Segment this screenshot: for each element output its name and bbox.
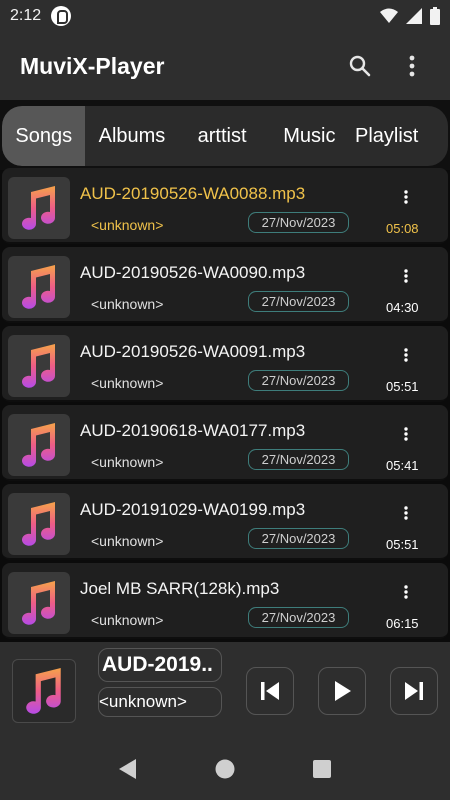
system-nav-bar xyxy=(0,738,450,800)
mini-player: AUD-2019.. <unknown> xyxy=(0,642,450,738)
tab-artist[interactable]: arttist xyxy=(178,106,265,166)
more-vert-icon xyxy=(404,348,408,362)
play-button[interactable] xyxy=(318,667,366,715)
music-note-icon xyxy=(22,265,55,309)
song-title: Joel MB SARR(128k).mp3 xyxy=(80,579,280,598)
song-artist: <unknown> xyxy=(91,454,164,470)
song-artwork xyxy=(8,414,70,476)
more-vert-icon xyxy=(404,506,408,520)
song-date: 27/Nov/2023 xyxy=(248,212,349,233)
song-title: AUD-20190526-WA0091.mp3 xyxy=(80,342,306,361)
more-vert-icon xyxy=(404,269,408,283)
song-title: AUD-20190618-WA0177.mp3 xyxy=(80,421,306,440)
song-date: 27/Nov/2023 xyxy=(248,528,349,549)
song-more-button[interactable] xyxy=(394,184,418,210)
now-playing-title[interactable]: AUD-2019.. xyxy=(98,648,222,682)
song-artwork xyxy=(8,572,70,634)
nav-recents-button[interactable] xyxy=(302,749,342,789)
app-bar: MuviX-Player xyxy=(0,32,450,100)
more-vert-icon xyxy=(404,427,408,441)
song-artist: <unknown> xyxy=(91,217,164,233)
song-row[interactable]: AUD-20191029-WA0199.mp3 <unknown> 27/Nov… xyxy=(2,484,448,560)
song-title: AUD-20191029-WA0199.mp3 xyxy=(80,500,306,519)
music-note-icon xyxy=(26,668,61,714)
more-vert-icon xyxy=(409,55,415,77)
nav-home-icon xyxy=(215,759,235,779)
song-duration: 05:08 xyxy=(386,221,419,236)
music-note-icon xyxy=(22,186,55,230)
wifi-icon xyxy=(380,8,398,23)
status-icons xyxy=(380,7,440,25)
music-note-icon xyxy=(22,423,55,467)
song-date: 27/Nov/2023 xyxy=(248,291,349,312)
tab-bar: Songs Albums arttist Music Playlist xyxy=(2,106,448,166)
more-vert-icon xyxy=(404,190,408,204)
song-row[interactable]: AUD-20190618-WA0177.mp3 <unknown> 27/Nov… xyxy=(2,405,448,481)
overflow-menu-button[interactable] xyxy=(394,48,430,84)
song-artist: <unknown> xyxy=(91,296,164,312)
song-row[interactable]: AUD-20190526-WA0088.mp3 <unknown> 27/Nov… xyxy=(2,168,448,244)
nav-back-button[interactable] xyxy=(108,749,148,789)
song-artist: <unknown> xyxy=(91,612,164,628)
search-icon xyxy=(349,55,371,77)
music-note-icon xyxy=(22,581,55,625)
music-note-icon xyxy=(22,344,55,388)
app-notification-icon xyxy=(51,6,72,26)
song-duration: 05:51 xyxy=(386,379,419,394)
song-list: AUD-20190526-WA0088.mp3 <unknown> 27/Nov… xyxy=(0,168,450,642)
skip-next-icon xyxy=(405,682,423,700)
battery-icon xyxy=(430,7,440,25)
skip-previous-icon xyxy=(261,682,279,700)
app-title: MuviX-Player xyxy=(20,52,165,79)
play-icon xyxy=(335,681,351,701)
song-date: 27/Nov/2023 xyxy=(248,607,349,628)
song-more-button[interactable] xyxy=(394,579,418,605)
tab-songs[interactable]: Songs xyxy=(2,106,86,166)
nav-home-button[interactable] xyxy=(205,749,245,789)
song-title: AUD-20190526-WA0090.mp3 xyxy=(80,263,306,282)
more-vert-icon xyxy=(404,585,408,599)
next-button[interactable] xyxy=(390,667,438,715)
song-duration: 06:15 xyxy=(386,616,419,631)
nav-back-icon xyxy=(119,759,137,779)
now-playing-artist[interactable]: <unknown> xyxy=(98,687,222,717)
song-artwork xyxy=(8,335,70,397)
song-duration: 05:41 xyxy=(386,458,419,473)
previous-button[interactable] xyxy=(246,667,294,715)
tab-playlist[interactable]: Playlist xyxy=(353,106,448,166)
song-artwork xyxy=(8,493,70,555)
song-more-button[interactable] xyxy=(394,342,418,368)
song-artist: <unknown> xyxy=(91,533,164,549)
status-time: 2:12 xyxy=(10,7,42,24)
song-row[interactable]: Joel MB SARR(128k).mp3 <unknown> 27/Nov/… xyxy=(2,563,448,639)
song-more-button[interactable] xyxy=(394,500,418,526)
cell-signal-icon xyxy=(406,8,422,24)
song-duration: 05:51 xyxy=(386,537,419,552)
tab-music[interactable]: Music xyxy=(266,106,353,166)
music-note-icon xyxy=(22,502,55,546)
song-artist: <unknown> xyxy=(91,375,164,391)
song-duration: 04:30 xyxy=(386,300,419,315)
search-button[interactable] xyxy=(342,48,378,84)
song-artwork xyxy=(8,177,70,239)
song-row[interactable]: AUD-20190526-WA0090.mp3 <unknown> 27/Nov… xyxy=(2,247,448,323)
song-title: AUD-20190526-WA0088.mp3 xyxy=(80,184,306,203)
song-artwork xyxy=(8,256,70,318)
status-bar: 2:12 xyxy=(0,0,450,32)
now-playing-artwork[interactable] xyxy=(12,659,76,723)
tab-albums[interactable]: Albums xyxy=(85,106,178,166)
song-more-button[interactable] xyxy=(394,263,418,289)
tabs-strip: Songs Albums arttist Music Playlist xyxy=(0,100,450,170)
song-more-button[interactable] xyxy=(394,421,418,447)
song-row[interactable]: AUD-20190526-WA0091.mp3 <unknown> 27/Nov… xyxy=(2,326,448,402)
song-date: 27/Nov/2023 xyxy=(248,370,349,391)
song-date: 27/Nov/2023 xyxy=(248,449,349,470)
nav-recents-icon xyxy=(312,760,331,778)
